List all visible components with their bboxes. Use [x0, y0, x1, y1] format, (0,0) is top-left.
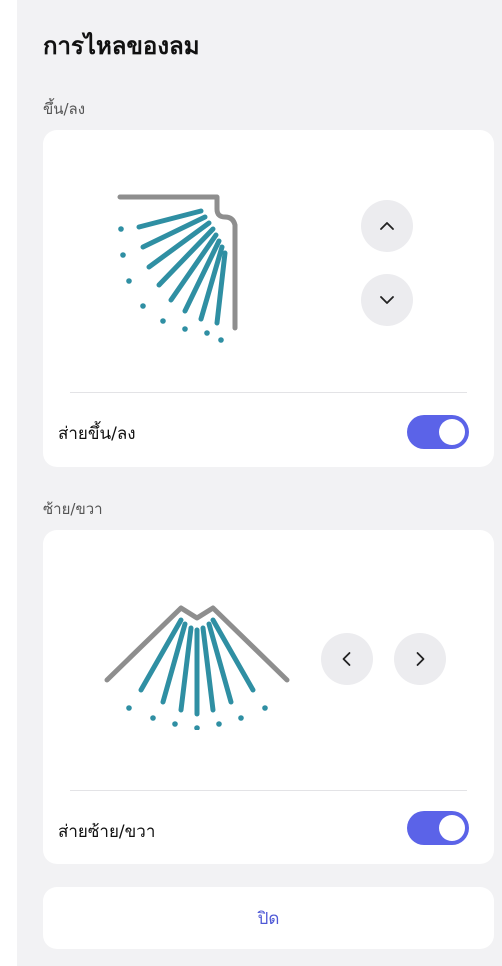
section-label-left-right: ซ้าย/ขวา [43, 500, 103, 518]
toggle-knob [439, 815, 465, 841]
swing-up-down-toggle[interactable] [407, 415, 469, 449]
swing-left-right-label: ส่ายซ้าย/ขวา [58, 822, 156, 842]
page-title: การไหลของลม [43, 32, 200, 60]
card-up-down: ส่ายขึ้น/ลง [43, 130, 494, 467]
chevron-left-icon [342, 652, 351, 666]
airflow-left-button[interactable] [321, 633, 373, 685]
chevron-right-icon [416, 652, 425, 666]
divider [70, 790, 467, 791]
swing-up-down-label: ส่ายขึ้น/ลง [58, 424, 136, 444]
close-button[interactable]: ปิด [43, 887, 494, 949]
chevron-down-icon [380, 296, 394, 304]
toggle-knob [439, 419, 465, 445]
chevron-up-icon [380, 222, 394, 230]
swing-left-right-toggle[interactable] [407, 811, 469, 845]
card-left-right: ส่ายซ้าย/ขวา [43, 530, 494, 864]
section-label-up-down: ขึ้น/ลง [43, 100, 86, 118]
divider [70, 392, 467, 393]
airflow-right-button[interactable] [394, 633, 446, 685]
horizontal-airflow-illustration [104, 605, 290, 730]
airflow-down-button[interactable] [361, 274, 413, 326]
vertical-airflow-illustration [117, 194, 238, 343]
airflow-up-button[interactable] [361, 200, 413, 252]
